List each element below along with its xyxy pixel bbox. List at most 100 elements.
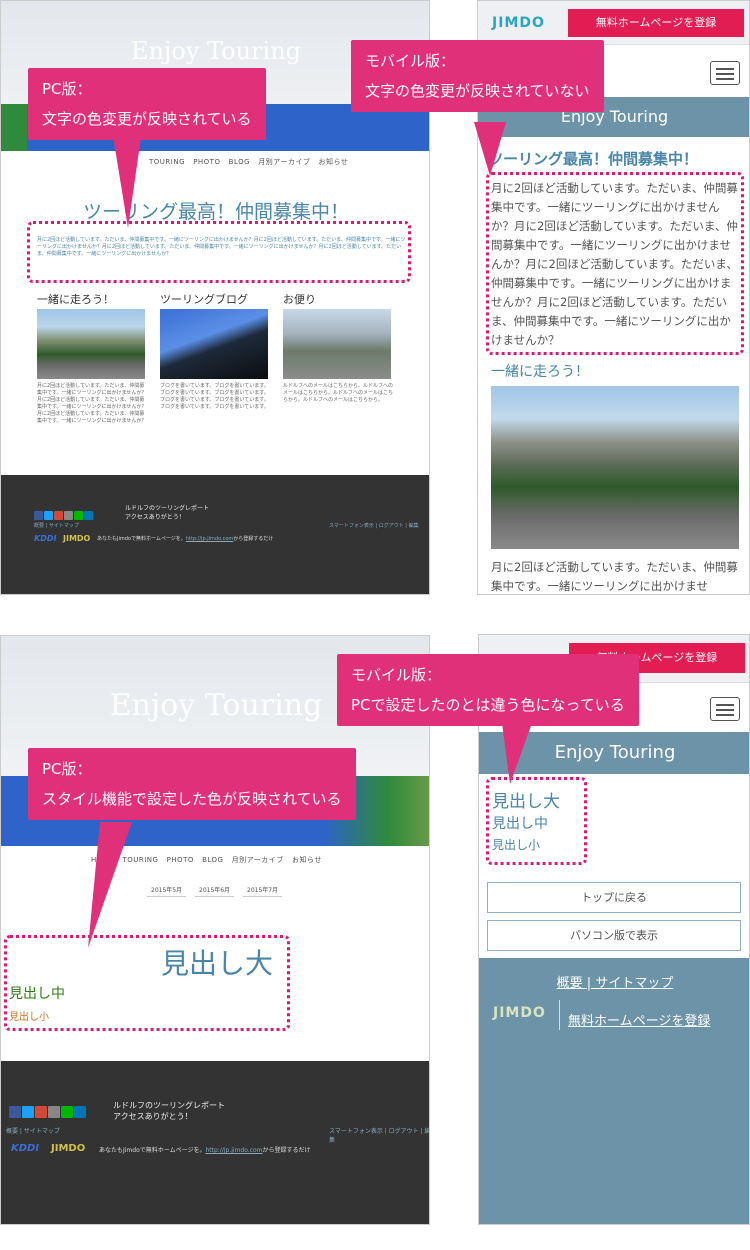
footer-note-text: あなたもJimdoで無料ホームページを。 xyxy=(99,1147,206,1154)
column-2: ツーリングブログ ブログを書いています。ブログを書いています。ブログを書いていま… xyxy=(160,291,270,410)
main-nav: HOME TOURING PHOTO BLOG 月別アーカイブ お知らせ xyxy=(91,855,322,865)
archive-link[interactable]: 2015年7月 xyxy=(243,885,283,897)
nav-item[interactable]: PHOTO xyxy=(167,856,194,864)
sub-text: 月に2回ほど活動しています。ただいま、仲間募集中です。一緒にツーリングに出かけま… xyxy=(491,560,738,593)
highlight-pc-intro xyxy=(27,221,411,283)
footer-url[interactable]: http://jp.jimdo.com xyxy=(205,1147,262,1154)
twitter-icon[interactable] xyxy=(44,511,53,520)
nav-item[interactable]: BLOG xyxy=(229,158,250,166)
nav-item[interactable]: お知らせ xyxy=(292,856,322,864)
footer-links-right[interactable]: スマートフォン表示 | ログアウト | 編集 xyxy=(329,522,419,529)
main-nav: TOURING PHOTO BLOG 月別アーカイブ お知らせ xyxy=(149,157,348,167)
handlebar-photo xyxy=(160,309,268,379)
highlight-mobile-intro xyxy=(486,172,744,355)
footer-url[interactable]: http://jp.jimdo.com xyxy=(186,536,234,542)
column-3: お便り ルドルフへのメールはこちらから。ルドルフへのメールはこちらから。ルドルフ… xyxy=(283,291,393,403)
callout-text: スタイル機能で設定した色が反映されている xyxy=(42,790,342,808)
facebook-icon[interactable] xyxy=(9,1106,21,1118)
footer-message: ルドルフのツーリングレポート アクセスありがとう！ xyxy=(125,504,209,522)
footer-line: ルドルフのツーリングレポート xyxy=(125,505,210,512)
register-button[interactable]: 無料ホームページを登録 xyxy=(568,9,744,37)
page-heading: ツーリング最高！仲間募集中！ xyxy=(488,150,699,168)
sub-heading: 一緒に走ろう！ xyxy=(491,364,589,380)
column-title: お便り xyxy=(283,293,316,306)
jimdo-logo: JIMDO xyxy=(51,1143,86,1154)
jimdo-bar: JIMDO 無料ホームページを登録 xyxy=(478,1,749,45)
social-icons xyxy=(9,1103,87,1122)
callout-text: 文字の色変更が反映されている xyxy=(42,110,252,128)
callout-mobile-1: モバイル版： 文字の色変更が反映されていない xyxy=(351,40,604,112)
column-text: ルドルフへのメールはこちらから。ルドルフへのメールはこちらから。ルドルフへのメー… xyxy=(283,383,394,403)
footer-line: ルドルフのツーリングレポート xyxy=(113,1101,225,1110)
callout-mobile-2: モバイル版： PCで設定したのとは違う色になっている xyxy=(337,654,639,726)
column-title: ツーリングブログ xyxy=(160,293,248,306)
facebook-icon[interactable] xyxy=(34,511,43,520)
twitter-icon[interactable] xyxy=(22,1106,34,1118)
back-to-top-button[interactable]: トップに戻る xyxy=(487,882,741,913)
hamburger-menu-icon[interactable] xyxy=(710,697,740,721)
callout-pc-2: PC版： スタイル機能で設定した色が反映されている xyxy=(28,748,356,820)
hamburger-menu-icon[interactable] xyxy=(710,61,740,85)
nav-item[interactable]: お知らせ xyxy=(319,158,349,166)
mountain-road-photo xyxy=(283,309,391,379)
column-text: ブログを書いています。ブログを書いています。ブログを書いています。ブログを書いて… xyxy=(160,383,269,410)
site-title-bar: Enjoy Touring xyxy=(479,732,749,774)
footer: ルドルフのツーリングレポート アクセスありがとう！ 概要 | サイトマップ スマ… xyxy=(1,475,429,594)
footer-note: あなたもJimdoで無料ホームページを。http://jp.jimdo.comか… xyxy=(99,1145,311,1154)
site-title[interactable]: Enjoy Touring xyxy=(479,732,749,774)
nav-item[interactable]: 月別アーカイブ xyxy=(232,856,284,864)
kddi-logo: KDDI xyxy=(34,534,57,543)
archive-link[interactable]: 2015年5月 xyxy=(147,885,187,897)
google-plus-icon[interactable] xyxy=(54,511,63,520)
callout-text: PCで設定したのとは違う色になっている xyxy=(351,696,625,714)
footer-links[interactable]: 概要 | サイトマップ xyxy=(479,972,749,991)
google-plus-icon[interactable] xyxy=(35,1106,47,1118)
linkedin-icon[interactable] xyxy=(84,511,93,520)
motorcycle-photo xyxy=(491,386,739,549)
nav-item[interactable]: 月別アーカイブ xyxy=(258,158,310,166)
footer-line: アクセスありがとう！ xyxy=(113,1112,193,1121)
highlight-pc-headings xyxy=(4,935,290,1031)
archive-links: 2015年5月 2015年6月 2015年7月 xyxy=(147,885,283,897)
column-text: 月に2回ほど活動しています。ただいま、仲間募集中です。一緒にツーリングに出かけま… xyxy=(37,383,147,424)
highlight-mobile-headings xyxy=(486,777,587,865)
mail-icon[interactable] xyxy=(48,1106,60,1118)
archive-link[interactable]: 2015年6月 xyxy=(195,885,235,897)
callout-text: 文字の色変更が反映されていない xyxy=(365,82,590,100)
column-title: 一緒に走ろう！ xyxy=(37,293,114,306)
motorcycle-photo xyxy=(37,309,145,379)
footer-line: アクセスありがとう！ xyxy=(125,514,185,521)
footer-links-right[interactable]: スマートフォン表示 | ログアウト | 編集 xyxy=(329,1126,429,1144)
callout-title: PC版： xyxy=(42,760,92,778)
nav-item[interactable]: TOURING xyxy=(122,856,158,864)
pc-view-button[interactable]: パソコン版で表示 xyxy=(487,920,741,951)
footer-note: あなたもJimdoで無料ホームページを。http://jp.jimdo.comか… xyxy=(97,535,273,542)
line-icon[interactable] xyxy=(61,1106,73,1118)
divider xyxy=(559,1000,560,1030)
jimdo-logo: JIMDO xyxy=(493,1005,546,1021)
line-icon[interactable] xyxy=(74,511,83,520)
jimdo-logo: JIMDO xyxy=(63,534,91,543)
jimdo-logo: JIMDO xyxy=(492,15,545,31)
page-heading: ツーリング最高！仲間募集中！ xyxy=(82,201,349,223)
linkedin-icon[interactable] xyxy=(74,1106,86,1118)
footer-note-suffix: から登録するだけ xyxy=(233,536,274,542)
footer: ルドルフのツーリングレポート アクセスありがとう！ 概要 | サイトマップ スマ… xyxy=(1,1061,429,1224)
mail-icon[interactable] xyxy=(64,511,73,520)
footer-links-left[interactable]: 概要 | サイトマップ xyxy=(34,522,79,529)
callout-title: モバイル版： xyxy=(365,52,456,70)
footer-message: ルドルフのツーリングレポート アクセスありがとう！ xyxy=(113,1100,225,1122)
callout-title: モバイル版： xyxy=(351,666,442,684)
footer-note-text: あなたもJimdoで無料ホームページを。 xyxy=(97,536,186,542)
nav-item[interactable]: HOME xyxy=(91,856,114,864)
callout-pc-1: PC版： 文字の色変更が反映されている xyxy=(28,68,266,140)
kddi-logo: KDDI xyxy=(11,1143,40,1154)
footer-links-left[interactable]: 概要 | サイトマップ xyxy=(6,1126,60,1135)
callout-title: PC版： xyxy=(42,80,92,98)
nav-item[interactable]: TOURING xyxy=(149,158,185,166)
nav-item[interactable]: BLOG xyxy=(202,856,223,864)
nav-item[interactable]: PHOTO xyxy=(193,158,220,166)
footer-register-link[interactable]: 無料ホームページを登録 xyxy=(568,1010,710,1029)
footer-note-suffix: から登録するだけ xyxy=(262,1147,311,1154)
mobile-footer: 概要 | サイトマップ JIMDO 無料ホームページを登録 xyxy=(479,958,749,1224)
